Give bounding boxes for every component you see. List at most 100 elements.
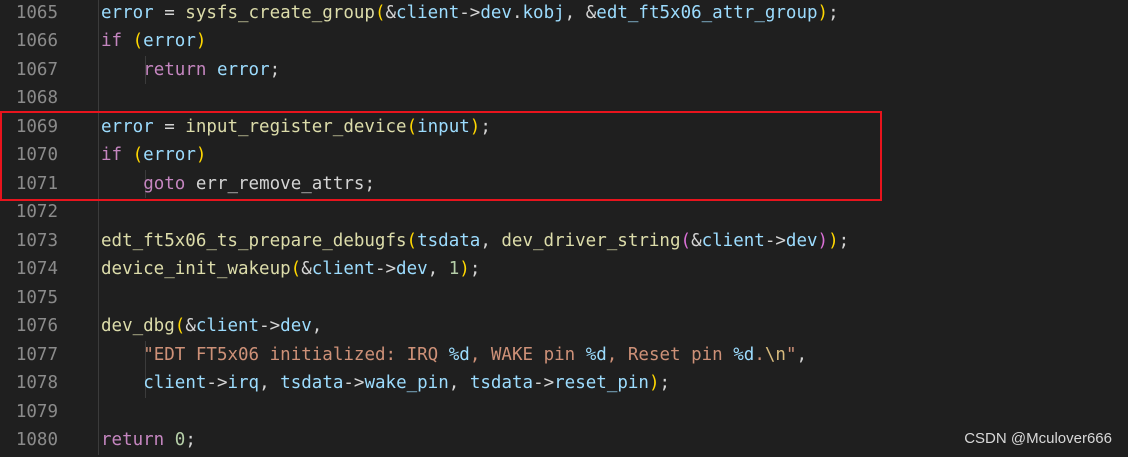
line-number: 1068 — [15, 88, 58, 108]
code-token: ) — [195, 31, 207, 51]
code-token: client — [396, 2, 460, 23]
line-number: 1065 — [15, 2, 58, 23]
code-token: goto — [143, 173, 186, 194]
code-token: -> — [259, 316, 281, 336]
code-token: ( — [132, 145, 144, 165]
indent-guide — [98, 369, 99, 398]
code-token: -> — [533, 373, 555, 393]
indent-guide — [98, 141, 99, 170]
code-token: irq — [227, 373, 260, 393]
code-token: , — [427, 259, 449, 279]
indent-guide — [98, 397, 99, 426]
code-token: 1 — [448, 259, 460, 279]
indent-guide — [98, 84, 99, 113]
code-token: . — [511, 2, 523, 23]
code-token: tsdata — [280, 373, 344, 393]
code-text: if (error) — [101, 27, 206, 56]
code-token: dev — [785, 230, 818, 251]
code-token: ) — [817, 2, 829, 23]
code-token: %d — [585, 344, 607, 365]
code-line[interactable]: 1072 — [0, 198, 1128, 227]
code-token: ) — [828, 230, 839, 251]
line-number: 1077 — [15, 344, 58, 365]
indent-guide — [98, 255, 99, 284]
code-text: return error; — [143, 56, 280, 85]
code-line[interactable]: 1078 client->irq, tsdata->wake_pin, tsdat… — [0, 369, 1128, 398]
code-token: -> — [206, 373, 228, 393]
code-token: "EDT FT5x06 initialized: IRQ — [143, 344, 449, 365]
code-line[interactable]: 1065 error = sysfs_create_group(&client->… — [0, 0, 1128, 27]
code-token: ( — [132, 31, 144, 51]
code-line[interactable]: 1076 dev_dbg(&client->dev, — [0, 312, 1128, 341]
line-number: 1069 — [15, 116, 58, 137]
code-token: ( — [374, 2, 386, 23]
code-token: ; — [659, 373, 671, 393]
code-token: \n — [764, 344, 786, 365]
line-number: 1073 — [15, 230, 58, 251]
indent-guide — [98, 340, 99, 369]
code-token: ) — [459, 259, 470, 279]
indent-guide — [98, 198, 99, 227]
indent-guide — [98, 312, 99, 341]
code-line[interactable]: 1077 "EDT FT5x06 initialized: IRQ %d, WAK… — [0, 340, 1128, 369]
code-token: error — [101, 2, 154, 23]
code-token: 0 — [174, 430, 186, 450]
code-text: error = input_register_device(input); — [101, 113, 491, 142]
code-token: %d — [733, 344, 755, 365]
code-token: err_remove_attrs; — [185, 173, 375, 194]
indent-guide — [98, 112, 99, 141]
line-number: 1078 — [15, 373, 58, 393]
code-token: ( — [680, 230, 692, 251]
code-token: client — [701, 230, 765, 251]
code-token: input_register_device — [185, 116, 407, 137]
code-token: ) — [469, 116, 481, 137]
code-token: ( — [406, 230, 418, 251]
code-text: goto err_remove_attrs; — [143, 170, 375, 199]
code-token: device_init_wakeup — [101, 259, 291, 279]
code-token: client — [195, 316, 260, 336]
code-text: client->irq, tsdata->wake_pin, tsdata->r… — [143, 369, 670, 398]
code-line[interactable]: 1067 return error; — [0, 55, 1128, 85]
code-token: if — [101, 145, 123, 165]
code-text: return 0; — [101, 426, 196, 455]
code-line[interactable]: 1079 — [0, 397, 1128, 426]
line-number: 1075 — [15, 287, 58, 308]
code-editor[interactable]: 1065 error = sysfs_create_group(&client->… — [0, 0, 1128, 457]
code-token: = — [153, 116, 186, 137]
line-number: 1074 — [15, 259, 58, 279]
code-token: , — [448, 373, 470, 393]
code-token: , — [480, 230, 502, 251]
code-line[interactable]: 1068 — [0, 84, 1128, 113]
code-token: sysfs_create_group — [185, 2, 375, 23]
code-token: , — [259, 373, 281, 393]
code-token: edt_ft5x06_ts_prepare_debugfs — [101, 230, 407, 251]
indent-guide — [98, 426, 99, 455]
code-line[interactable]: 1071 goto err_remove_attrs; — [0, 169, 1128, 199]
code-token: ) — [817, 230, 829, 251]
code-token: return — [101, 430, 165, 450]
code-token: dev_driver_string — [501, 230, 681, 251]
code-line[interactable]: 1066 if (error) — [0, 27, 1128, 56]
indent-guide — [98, 283, 99, 312]
code-line[interactable]: 1073 edt_ft5x06_ts_prepare_debugfs(tsdata… — [0, 226, 1128, 255]
code-token: & — [385, 2, 397, 23]
code-line[interactable]: 1074 device_init_wakeup(&client->dev, 1); — [0, 255, 1128, 284]
code-token: ; — [185, 430, 196, 450]
code-line[interactable]: 1080 return 0; — [0, 426, 1128, 455]
code-token: dev_dbg — [101, 316, 175, 336]
line-number: 1072 — [15, 202, 58, 222]
code-token: & — [691, 230, 702, 251]
code-line[interactable]: 1075 — [0, 283, 1128, 312]
code-token: , Reset pin — [606, 344, 734, 365]
code-token: & — [301, 259, 312, 279]
code-token: dev — [396, 259, 428, 279]
code-token: ; — [469, 259, 481, 279]
line-number: 1067 — [15, 59, 58, 80]
code-line[interactable]: 1069 error = input_register_device(input)… — [0, 112, 1128, 142]
code-token: , WAKE pin — [469, 344, 586, 365]
code-token: -> — [374, 259, 397, 279]
code-line[interactable]: 1070 if (error) — [0, 141, 1128, 170]
